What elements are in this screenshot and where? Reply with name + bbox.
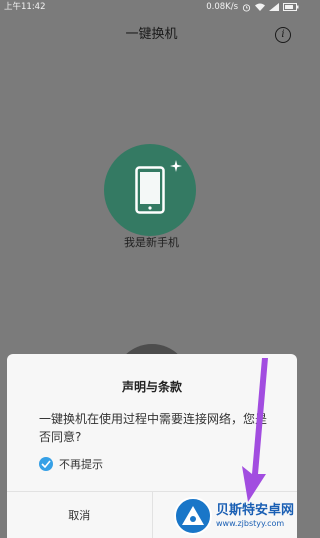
signal-icon	[269, 3, 279, 11]
status-time: 上午11:42	[4, 2, 46, 12]
new-phone-label: 我是新手机	[124, 236, 179, 249]
watermark: 贝斯特安卓网 www.zjbstyy.com	[174, 494, 302, 538]
watermark-name: 贝斯特安卓网	[216, 503, 295, 518]
dont-show-again-checkbox[interactable]: 不再提示	[39, 456, 103, 472]
new-phone-button[interactable]	[104, 144, 196, 236]
status-bar: 上午11:42 0.08K/s	[0, 0, 303, 14]
watermark-text: 贝斯特安卓网 www.zjbstyy.com	[216, 503, 294, 529]
app-header: 一键换机 i	[0, 14, 303, 56]
battery-icon	[283, 3, 299, 11]
annotation-arrow-icon	[242, 358, 268, 502]
info-icon[interactable]: i	[275, 27, 291, 43]
watermark-url: www.zjbstyy.com	[216, 519, 285, 528]
network-speed: 0.08K/s	[206, 2, 238, 12]
cancel-button[interactable]: 取消	[7, 492, 153, 538]
page-title: 一键换机	[125, 27, 178, 42]
watermark-logo-icon	[174, 497, 212, 535]
phone-icon	[135, 166, 165, 214]
checkbox-label: 不再提示	[59, 458, 103, 471]
status-icons: 0.08K/s	[206, 0, 299, 14]
wifi-icon	[255, 3, 265, 11]
checkbox-checked-icon	[39, 457, 53, 471]
alarm-icon	[242, 3, 251, 12]
sparkle-icon	[170, 160, 182, 172]
